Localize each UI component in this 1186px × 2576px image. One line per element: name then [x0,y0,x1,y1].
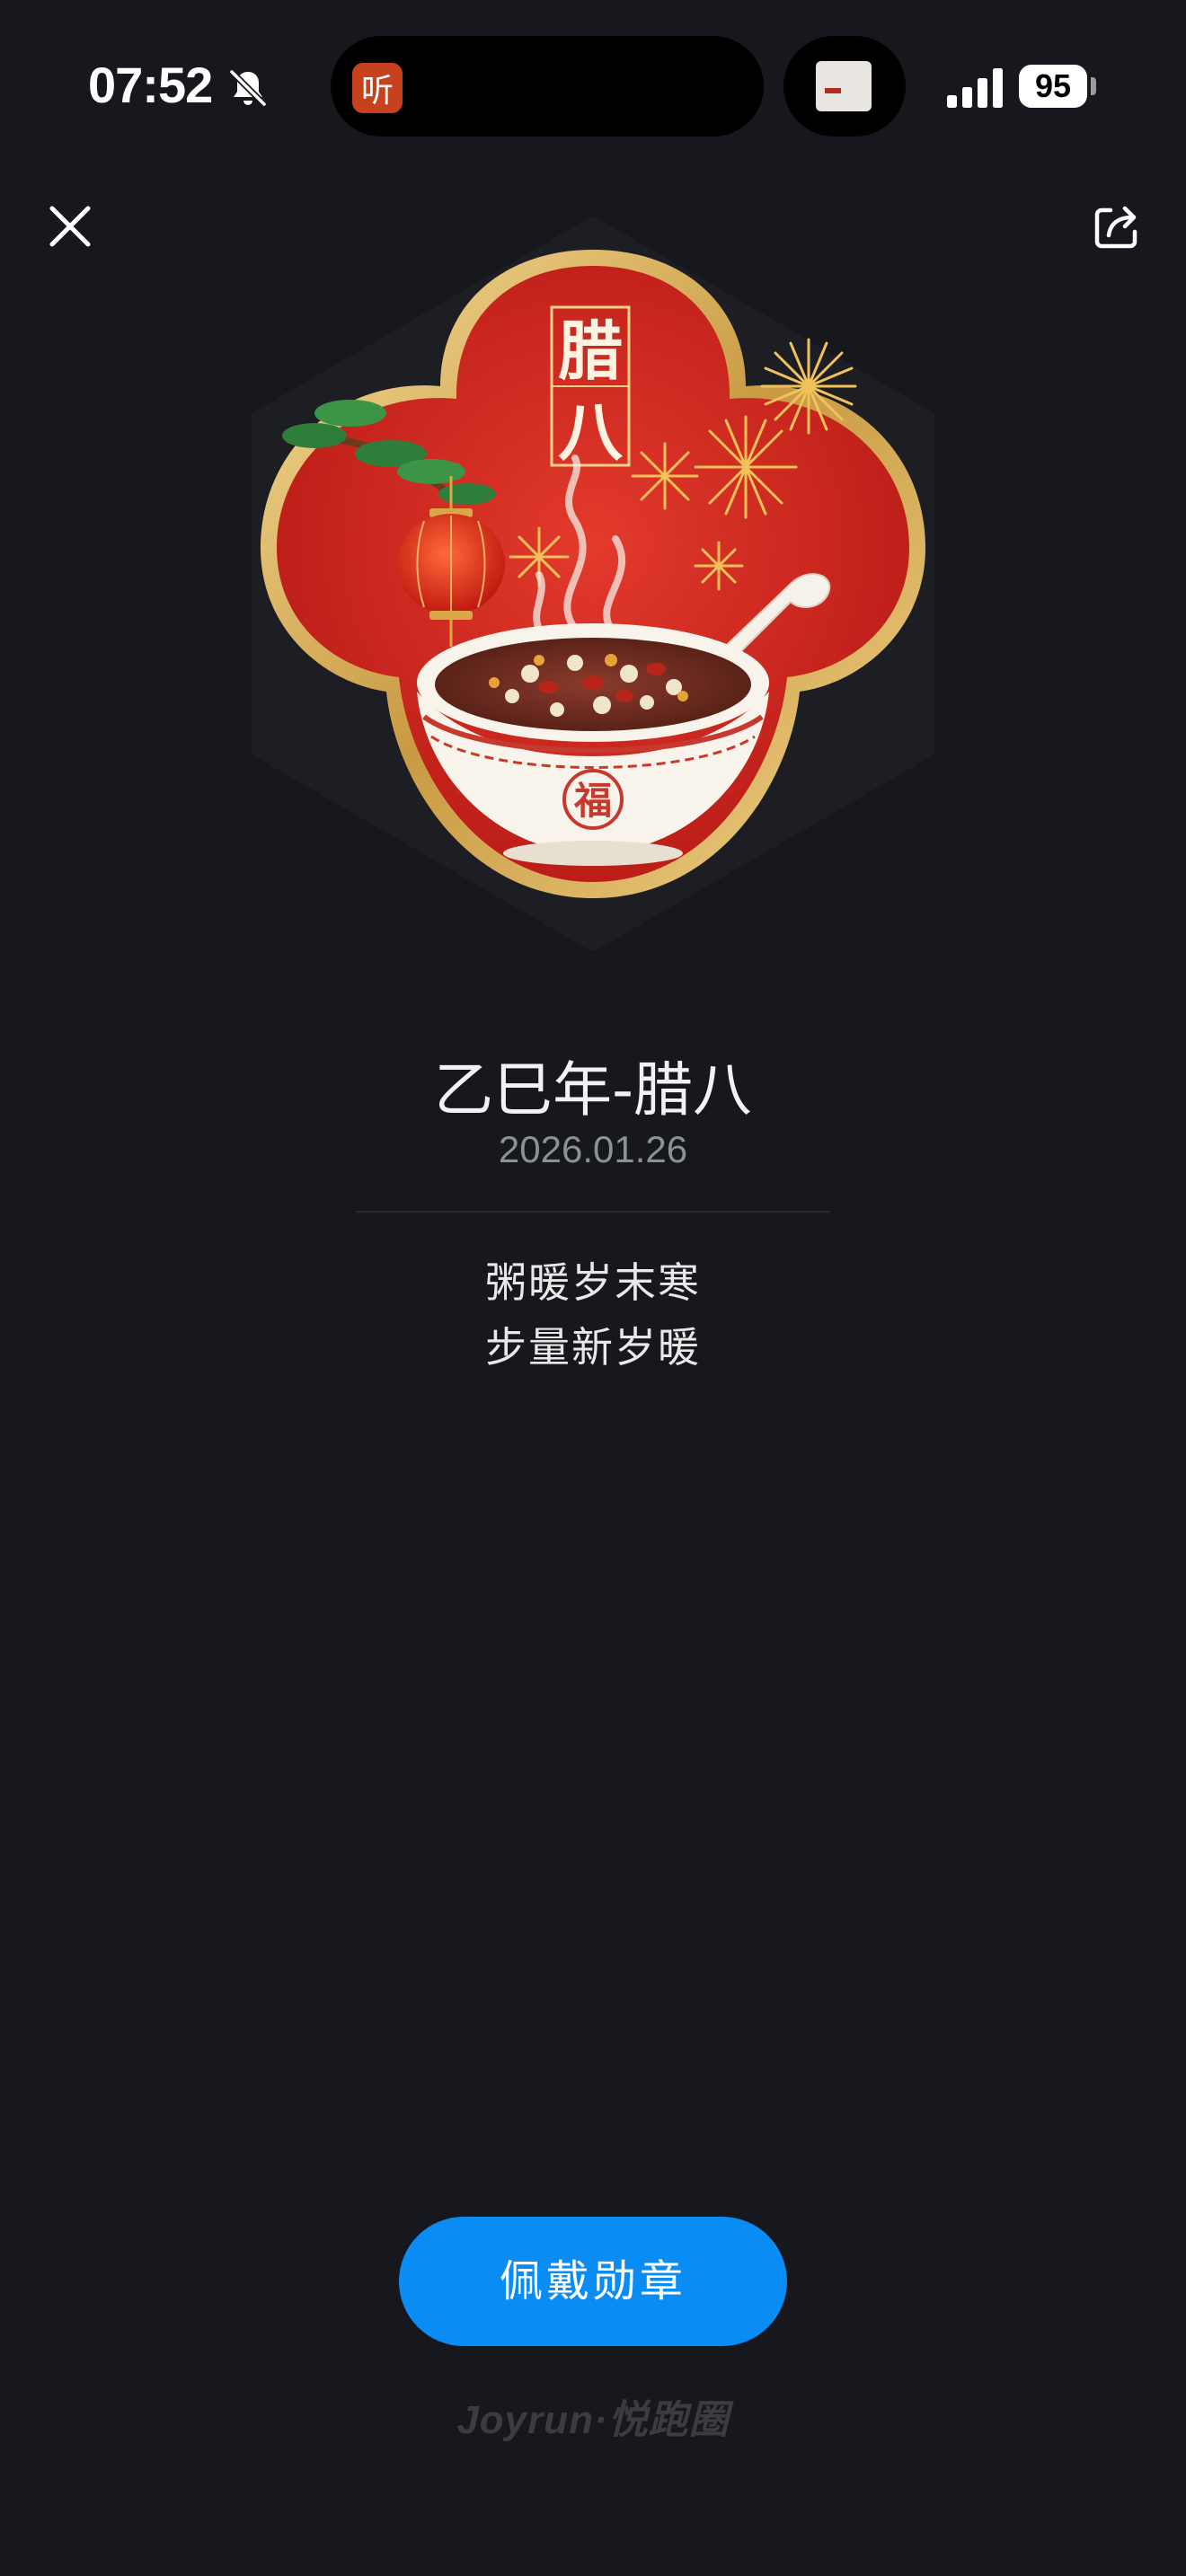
activity-thumbnail-icon [816,61,872,111]
status-time: 07:52 [88,57,213,113]
share-button[interactable] [1089,199,1143,253]
status-bar: 07:52 听 95 [0,0,1186,171]
listening-app-icon: 听 [352,63,403,113]
wear-badge-button[interactable]: 佩戴勋章 [399,2217,787,2346]
footer-brand-logo: Joyrun·悦跑圈 [456,2398,730,2442]
battery-icon: 95 [1019,65,1087,108]
laba-badge-image: 腊 八 福 [252,216,934,952]
badge-date: 2026.01.26 [498,1128,688,1170]
dynamic-island-activity[interactable] [783,36,906,137]
bowl-fu-mark: 福 [573,779,612,823]
divider [356,1211,830,1213]
badge-name: 乙巳年-腊八 [434,1055,752,1125]
signal-icon [947,68,1003,108]
badge-description-line-2: 步量新岁暖 [485,1323,701,1372]
close-button[interactable] [43,199,97,253]
badge-title-plaque: 腊 八 [550,305,631,470]
dynamic-island[interactable]: 听 [331,36,764,137]
battery-cap [1091,77,1096,95]
badge-description-line-1: 粥暖岁末寒 [485,1258,701,1307]
badge-title-top: 腊 [558,313,623,389]
bell-muted-icon [229,69,267,107]
badge-title-bottom: 八 [558,393,624,470]
